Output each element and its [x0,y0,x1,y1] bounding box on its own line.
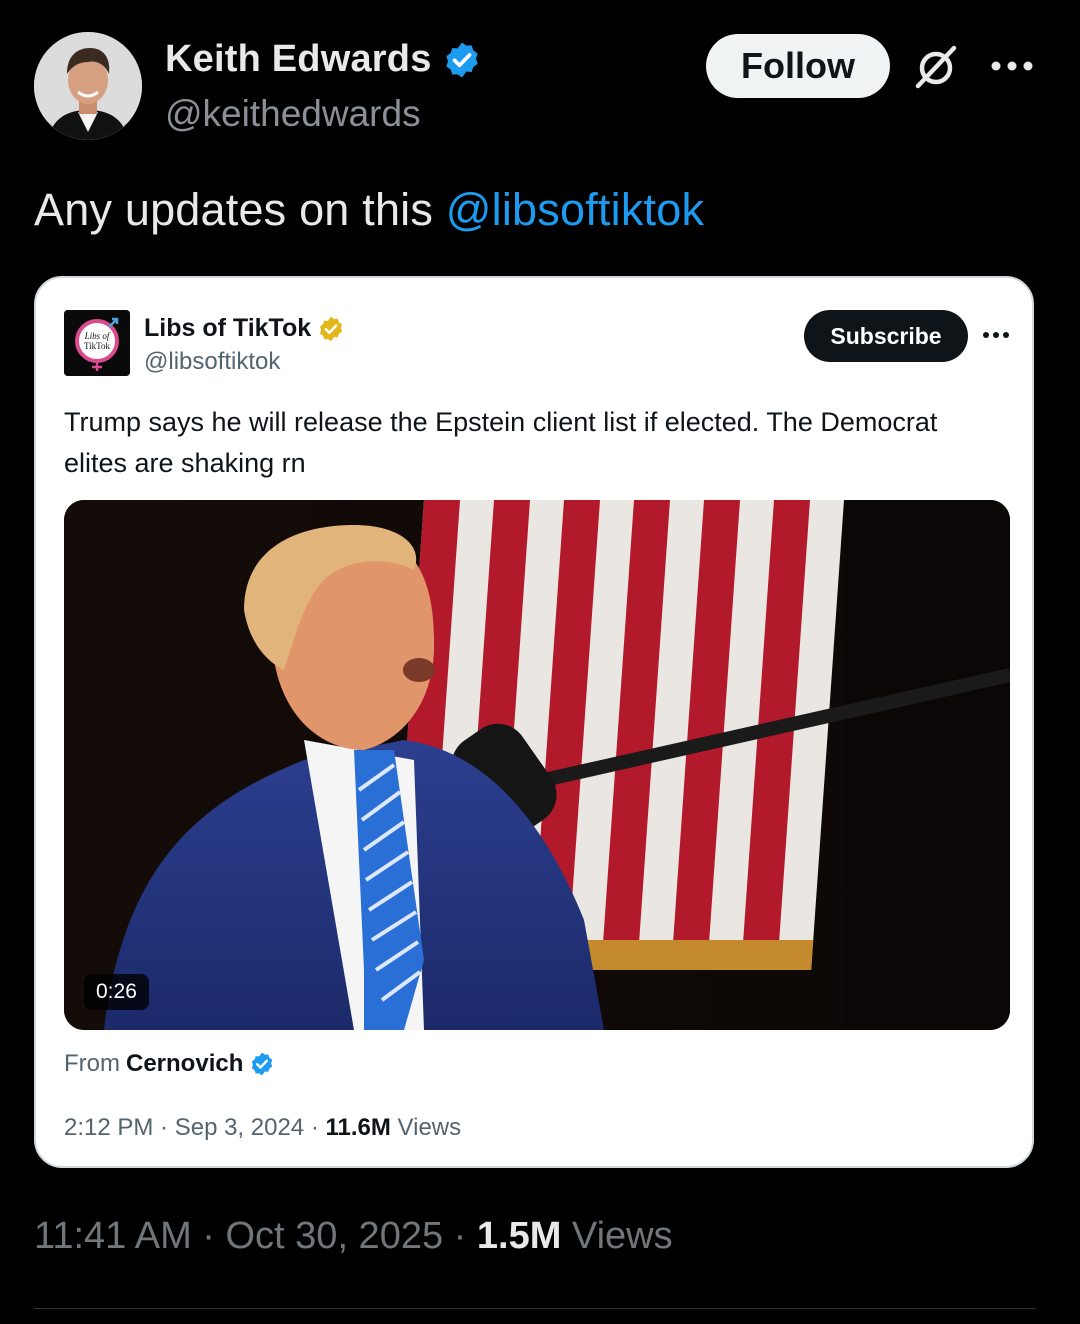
from-prefix: From [64,1050,120,1077]
video-thumbnail [64,500,1010,1030]
more-icon[interactable] [990,54,1034,78]
divider [34,1308,1036,1309]
tweet-meta: 11:41 AM · Oct 30, 2025 · 1.5M Views [34,1215,673,1258]
tweet-views-label: Views [561,1215,673,1257]
quote-more-icon[interactable] [982,328,1010,342]
quote-views-label: Views [390,1114,462,1141]
quote-timestamp[interactable]: 2:12 PM · Sep 3, 2024 · [64,1114,325,1141]
from-name-link[interactable]: Cernovich [126,1050,243,1078]
quote-avatar-text-2: TikTok [84,341,111,351]
tweet-timestamp[interactable]: 11:41 AM · Oct 30, 2025 · [34,1215,477,1257]
quote-avatar[interactable]: Libs of TikTok [64,310,130,376]
tweet-header: Keith Edwards @keithedwards Follow [34,32,1046,142]
grok-icon[interactable] [912,44,960,90]
follow-button[interactable]: Follow [706,34,890,98]
verified-badge-icon [445,42,478,77]
video-duration: 0:26 [84,974,149,1010]
quote-text: Trump says he will release the Epstein c… [64,407,938,478]
quote-avatar-text-1: Libs of [84,331,111,341]
quote-handle[interactable]: @libsoftiktok [144,348,280,376]
tweet-body: Any updates on this [34,184,446,235]
quote-views-count: 11.6M [325,1114,391,1141]
tweet-views-count: 1.5M [476,1215,562,1257]
video-source: From Cernovich [64,1050,275,1078]
author-handle[interactable]: @keithedwards [165,93,482,135]
subscribe-button[interactable]: Subscribe [804,310,968,362]
gold-verified-badge-icon [320,316,343,341]
quote-meta: 2:12 PM · Sep 3, 2024 · 11.6M Views [64,1114,461,1142]
tweet-text: Any updates on this @libsoftiktok [34,184,704,236]
verified-badge-icon [252,1052,273,1076]
quote-display-name[interactable]: Libs of TikTok [144,314,311,343]
mention-link[interactable]: @libsoftiktok [446,184,704,235]
author-display-name[interactable]: Keith Edwards [165,38,432,81]
quoted-tweet-card[interactable]: Libs of TikTok Libs of TikTok @libsoftik… [34,276,1034,1168]
author-avatar[interactable] [34,32,142,140]
video-player[interactable]: 0:26 [64,500,1010,1030]
